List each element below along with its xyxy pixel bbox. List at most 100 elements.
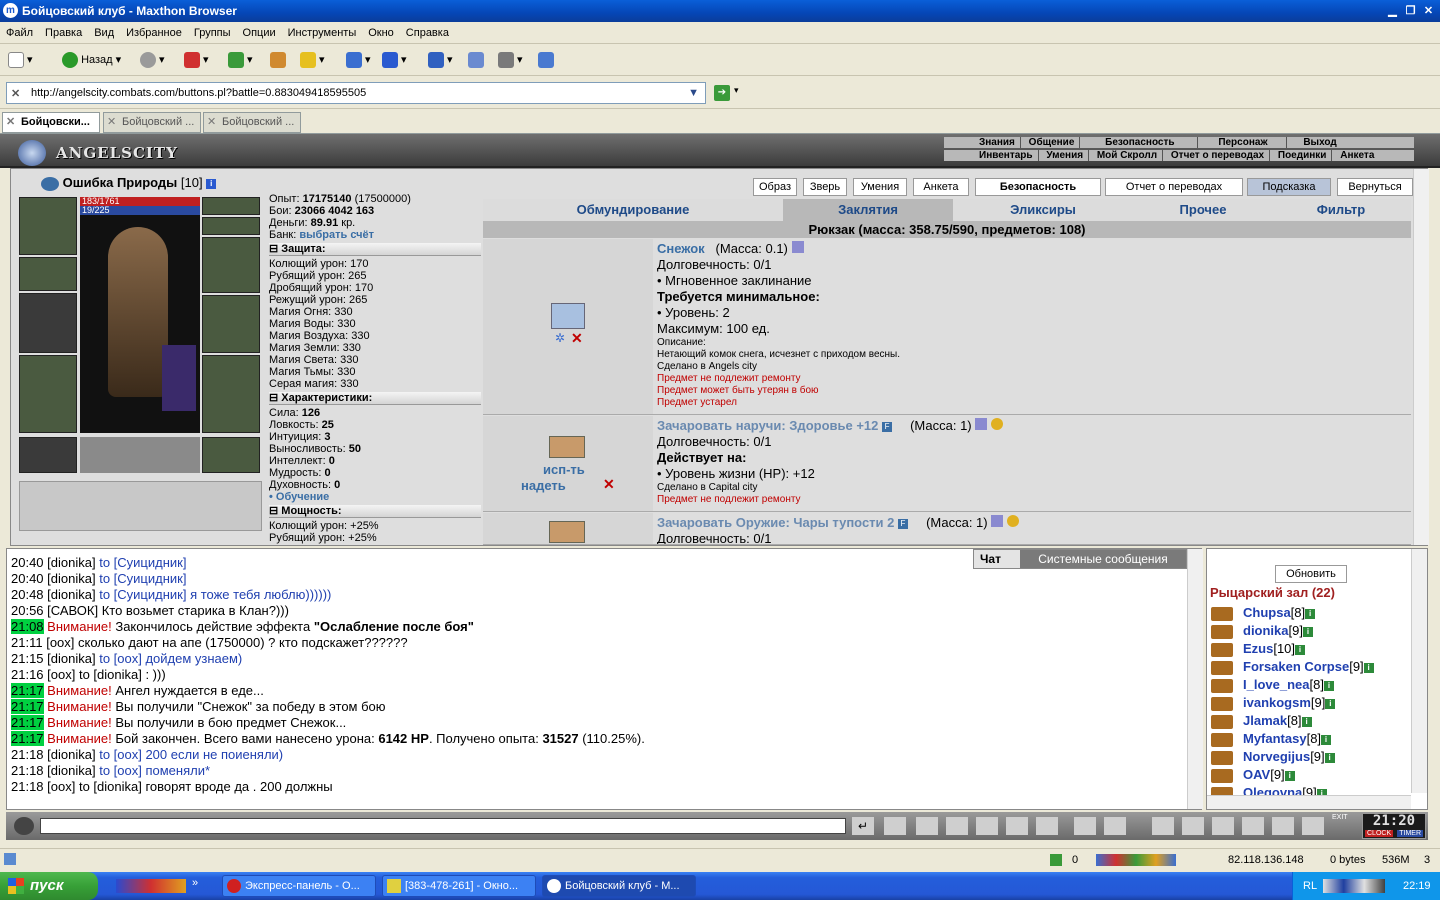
power-header[interactable]: ⊟ Мощность:: [269, 505, 481, 518]
nav-profile[interactable]: Анкета: [1335, 150, 1379, 161]
menu-item-2[interactable]: Вид: [88, 22, 120, 44]
private-message-icon[interactable]: [1211, 696, 1233, 711]
online-scrollbar[interactable]: [1411, 549, 1427, 793]
nav-character[interactable]: Персонаж: [1200, 137, 1287, 148]
task-maxthon[interactable]: Бойцовский клуб - М...: [542, 875, 696, 897]
browser-tab-3[interactable]: ✕ Бойцовский ...: [203, 112, 301, 133]
inventory-scrollbar[interactable]: [1413, 169, 1429, 545]
forward-button[interactable]: ▾: [140, 51, 165, 69]
belt-slot[interactable]: [19, 437, 77, 473]
online-user[interactable]: Chupsa[8] i: [1211, 605, 1316, 621]
protection-header[interactable]: ⊟ Защита:: [269, 243, 481, 256]
url-input[interactable]: ✕ http://angelscity.combats.com/buttons.…: [6, 82, 706, 104]
sidebar-icon[interactable]: [468, 51, 484, 69]
info-icon[interactable]: i: [206, 178, 217, 189]
menu-item-7[interactable]: Окно: [362, 22, 400, 44]
hats-icon[interactable]: [1104, 817, 1126, 835]
message-part[interactable]: [dionika]: [47, 651, 95, 666]
private-message-icon[interactable]: [1211, 750, 1233, 765]
helmet-slot[interactable]: [19, 197, 77, 255]
online-user[interactable]: Jlamak[8] i: [1211, 713, 1312, 729]
menu-item-4[interactable]: Группы: [188, 22, 237, 44]
security-button[interactable]: Безопасность: [975, 178, 1101, 196]
private-message-icon[interactable]: [1211, 642, 1233, 657]
private-message-icon[interactable]: [1211, 768, 1233, 783]
minimize-button[interactable]: ▁: [1384, 3, 1401, 19]
nav-skills[interactable]: Умения: [1041, 150, 1090, 161]
user-info-icon[interactable]: i: [1284, 770, 1295, 781]
chat-scrollbar[interactable]: [1187, 549, 1203, 809]
user-info-icon[interactable]: i: [1325, 698, 1336, 709]
home-icon[interactable]: [270, 51, 286, 69]
menu-item-3[interactable]: Избранное: [120, 22, 188, 44]
task-icq[interactable]: [383-478-261] - Окно...: [382, 875, 536, 897]
up-icon[interactable]: ▾: [300, 51, 325, 69]
amulet-slot[interactable]: [202, 217, 260, 235]
menu-item-5[interactable]: Опции: [237, 22, 282, 44]
online-h-scrollbar[interactable]: [1207, 795, 1411, 809]
start-button[interactable]: пуск: [0, 872, 98, 900]
use-link[interactable]: исп-ть: [543, 462, 585, 477]
online-user[interactable]: I_love_nea[8] i: [1211, 677, 1334, 693]
message-part[interactable]: [oox]: [47, 667, 75, 682]
chat-mode-icon[interactable]: [14, 817, 34, 835]
nav-communication[interactable]: Общение: [1023, 137, 1081, 148]
item-name[interactable]: Зачаровать наручи: Здоровье +12: [657, 418, 878, 433]
user-name[interactable]: OAV: [1243, 767, 1270, 782]
item-name[interactable]: Зачаровать Оружие: Чары тупости 2: [657, 515, 894, 530]
pet-button[interactable]: Зверь: [803, 178, 847, 196]
user-info-icon[interactable]: i: [1321, 734, 1332, 745]
language-indicator[interactable]: RL: [1303, 872, 1317, 900]
user-info-icon[interactable]: i: [1302, 626, 1313, 637]
nav-fights[interactable]: Поединки: [1272, 150, 1333, 161]
quick-launch-more-icon[interactable]: »: [192, 877, 198, 889]
message-part[interactable]: [dionika]: [47, 555, 95, 570]
use-icon[interactable]: ✲: [555, 331, 565, 345]
online-user[interactable]: Ezus[10] i: [1211, 641, 1306, 657]
private-message-icon[interactable]: [1211, 732, 1233, 747]
user-name[interactable]: Norvegijus: [1243, 749, 1310, 764]
send-icon[interactable]: ↵: [852, 817, 874, 835]
tab-spells[interactable]: Заклятия: [783, 199, 953, 221]
maximize-button[interactable]: ❐: [1402, 3, 1419, 19]
private-message-icon[interactable]: [1211, 606, 1233, 621]
character-name[interactable]: Ошибка Природы: [63, 175, 178, 190]
delete-icon[interactable]: ✕: [571, 330, 583, 347]
wear-link[interactable]: надеть: [521, 478, 566, 493]
return-button[interactable]: Вернуться: [1337, 178, 1413, 196]
message-part[interactable]: [dionika]: [47, 747, 95, 762]
nav-my-scroll[interactable]: Мой Скролл: [1091, 150, 1164, 161]
tab-chat[interactable]: Чат: [980, 552, 1001, 566]
sound-icon[interactable]: [1036, 817, 1058, 835]
user-info-icon[interactable]: i: [1324, 752, 1335, 763]
user-info-icon[interactable]: i: [1323, 680, 1334, 691]
browser-tab-1[interactable]: ✕ Бойцовски...: [2, 112, 100, 133]
nav-transfer-report[interactable]: Отчет о переводах: [1165, 150, 1271, 161]
popup-icon[interactable]: [1050, 854, 1062, 866]
online-user[interactable]: dionika[9] i: [1211, 623, 1313, 639]
message-part[interactable]: [oox]: [46, 635, 74, 650]
delete-icon[interactable]: ✕: [603, 476, 615, 493]
timer-label[interactable]: TIMER: [1397, 830, 1423, 837]
save-icon[interactable]: [946, 817, 968, 835]
nav-knowledge[interactable]: Знания: [974, 137, 1021, 148]
tool-icon-4[interactable]: [1242, 817, 1264, 835]
online-user[interactable]: OAV[9] i: [1211, 767, 1295, 783]
refresh-button[interactable]: Обновить: [1275, 565, 1347, 583]
private-message-icon[interactable]: [1211, 678, 1233, 693]
bank-link[interactable]: выбрать счёт: [299, 229, 374, 241]
status-tool-icons[interactable]: [1096, 854, 1176, 866]
refresh-icon[interactable]: ▾: [228, 51, 253, 69]
quick-launch-icons[interactable]: [116, 879, 186, 893]
message-part[interactable]: [dionika]: [47, 571, 95, 586]
gloves-slot[interactable]: [19, 257, 77, 291]
user-name[interactable]: Jlamak: [1243, 713, 1287, 728]
online-user[interactable]: Norvegijus[9] i: [1211, 749, 1335, 765]
tab-equipment[interactable]: Обмундирование: [533, 199, 733, 221]
stop-icon[interactable]: ▾: [184, 51, 209, 69]
characteristics-header[interactable]: ⊟ Характеристики:: [269, 392, 481, 405]
user-name[interactable]: dionika: [1243, 623, 1289, 638]
online-user[interactable]: Myfantasy[8] i: [1211, 731, 1332, 747]
private-message-icon[interactable]: [1211, 624, 1233, 639]
leggings-slot[interactable]: [202, 355, 260, 433]
